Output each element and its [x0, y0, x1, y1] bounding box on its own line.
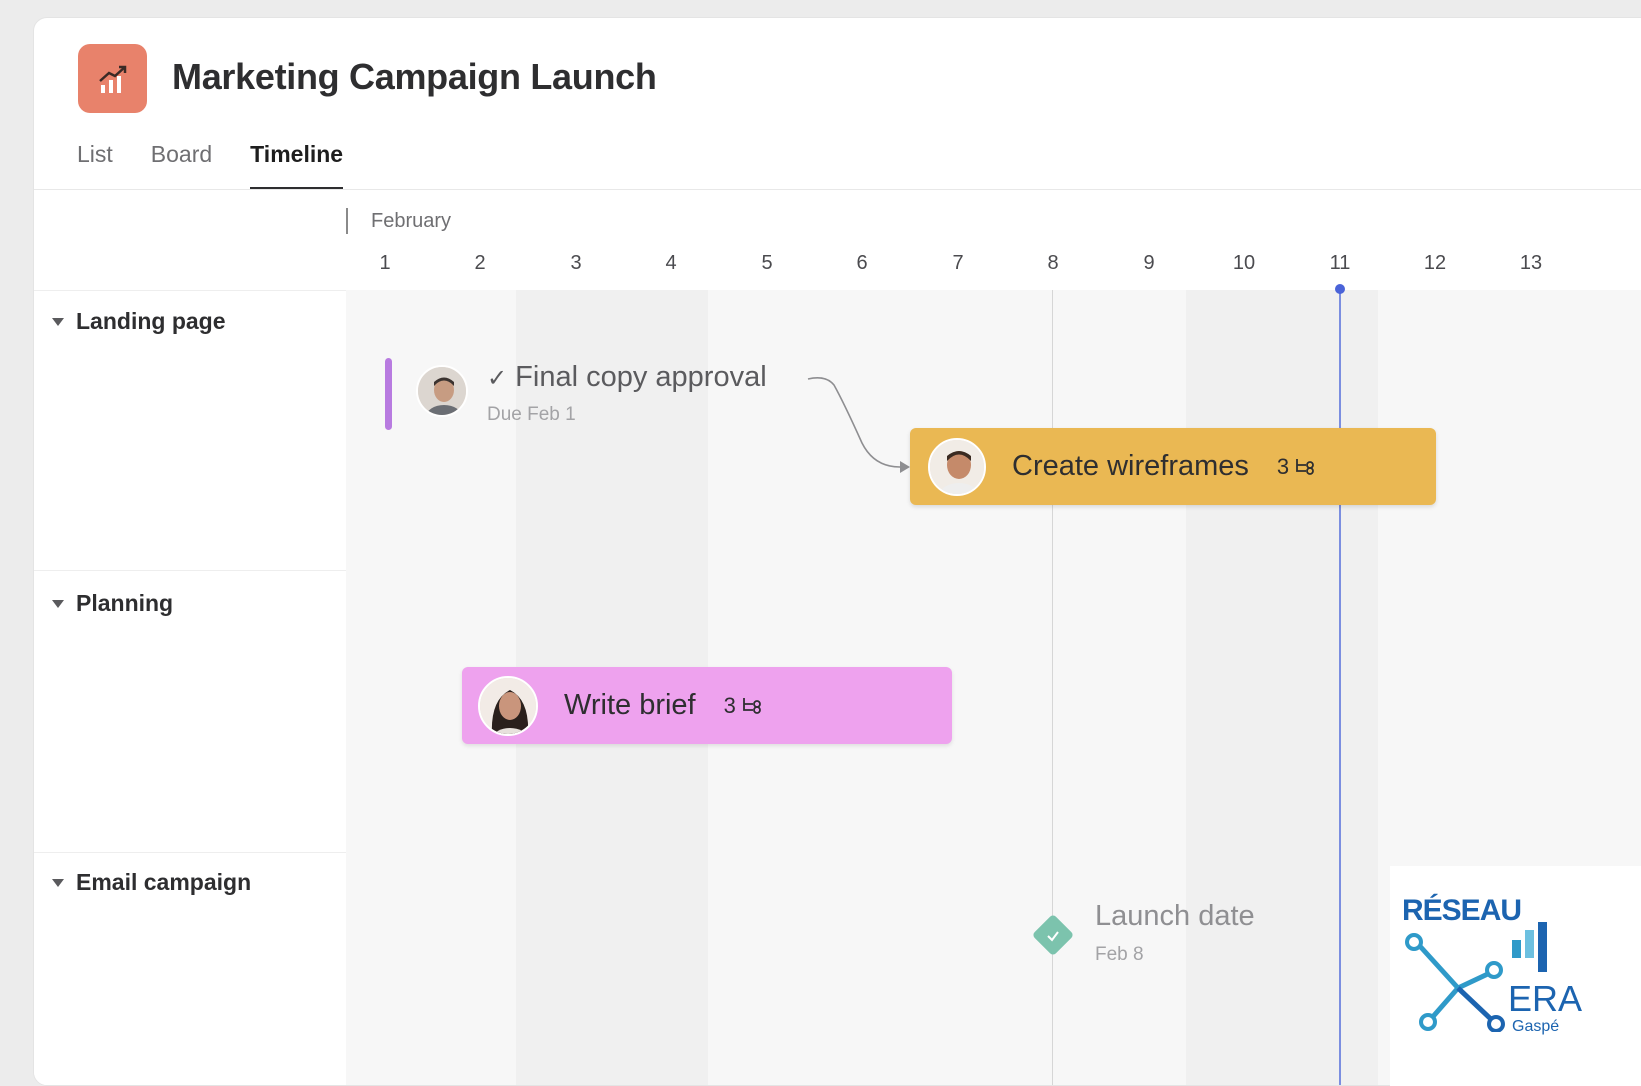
- view-tabs: List Board Timeline: [77, 138, 381, 190]
- day-label: 10: [1232, 252, 1256, 274]
- day-label: 6: [856, 252, 868, 274]
- avatar[interactable]: [928, 437, 986, 496]
- milestone-date: Feb 8: [1095, 944, 1144, 965]
- day-label: 13: [1519, 252, 1543, 274]
- task-title: Write brief: [564, 689, 696, 721]
- section-divider: [34, 290, 346, 291]
- day-column-shade: [1186, 290, 1282, 1085]
- person-avatar-icon: [930, 439, 984, 494]
- today-marker: [1335, 284, 1345, 294]
- subtask-count-number: 3: [723, 692, 736, 718]
- milestone-check-icon: [1047, 931, 1059, 942]
- task-bar-create-wireframes[interactable]: Create wireframes 3: [910, 428, 1436, 505]
- bar-logo-icon: [1512, 922, 1547, 972]
- day-label: 1: [379, 252, 391, 274]
- tab-board[interactable]: Board: [151, 138, 212, 190]
- day-label: 9: [1143, 252, 1155, 274]
- trend-chart-icon: [98, 65, 126, 93]
- task-final-copy-approval[interactable]: ✓ Final copy approval: [487, 361, 767, 394]
- section-label: Landing page: [76, 308, 226, 334]
- day-label: 5: [761, 252, 773, 274]
- logo-word: RÉSEAU: [1402, 894, 1522, 927]
- day-label-today: 11: [1329, 252, 1351, 274]
- person-avatar-icon: [480, 677, 536, 734]
- avatar[interactable]: [416, 365, 468, 417]
- day-label: 3: [570, 252, 582, 274]
- checkmark-icon: ✓: [487, 365, 508, 392]
- month-marker: [346, 208, 348, 234]
- section-divider: [34, 852, 346, 853]
- section-divider: [34, 570, 346, 571]
- subtask-count: 3: [724, 693, 763, 719]
- task-due-date: Due Feb 1: [487, 404, 576, 425]
- reseau-era-logo: RÉSEAU ERA Gaspé: [1390, 866, 1641, 1086]
- task-title: Final copy approval: [515, 361, 767, 393]
- subtask-count: 3: [1277, 454, 1316, 480]
- subtask-count-number: 3: [1276, 453, 1290, 479]
- caret-down-icon: [52, 317, 64, 326]
- day-column-shade: [1282, 290, 1378, 1085]
- task-title: Create wireframes: [1012, 450, 1249, 482]
- day-label: 8: [1047, 252, 1059, 274]
- section-planning[interactable]: Planning: [52, 590, 173, 617]
- milestone-line: [1052, 290, 1053, 1085]
- project-title: Marketing Campaign Launch: [172, 56, 657, 97]
- today-line: [1339, 290, 1341, 1085]
- day-label: 4: [665, 252, 677, 274]
- day-label: 7: [952, 252, 964, 274]
- caret-down-icon: [52, 599, 64, 608]
- section-label: Email campaign: [76, 869, 252, 895]
- avatar[interactable]: [478, 675, 538, 736]
- task-color-bar: [385, 358, 392, 430]
- logo-subtitle: Gaspé: [1512, 1018, 1560, 1035]
- milestone-launch-date[interactable]: Launch date: [1095, 900, 1255, 933]
- tab-timeline[interactable]: Timeline: [250, 138, 343, 190]
- section-label: Planning: [76, 590, 174, 616]
- date-header: February 1 2 3 4 5 6 7 8 9 10 11 12 13: [346, 190, 1641, 290]
- dependency-arrow: [807, 377, 910, 473]
- logo-name: ERA: [1508, 978, 1583, 1019]
- project-icon[interactable]: [78, 44, 147, 113]
- subtask-icon: [1296, 458, 1315, 475]
- month-label: February: [371, 210, 452, 232]
- day-label: 2: [474, 252, 486, 274]
- network-logo-icon: [1405, 933, 1505, 1032]
- day-label: 12: [1423, 252, 1447, 274]
- section-landing-page[interactable]: Landing page: [52, 308, 226, 335]
- caret-down-icon: [52, 878, 64, 887]
- task-bar-write-brief[interactable]: Write brief 3: [462, 667, 952, 744]
- section-email-campaign[interactable]: Email campaign: [52, 869, 251, 896]
- subtask-icon: [742, 697, 761, 714]
- tab-list[interactable]: List: [77, 138, 113, 190]
